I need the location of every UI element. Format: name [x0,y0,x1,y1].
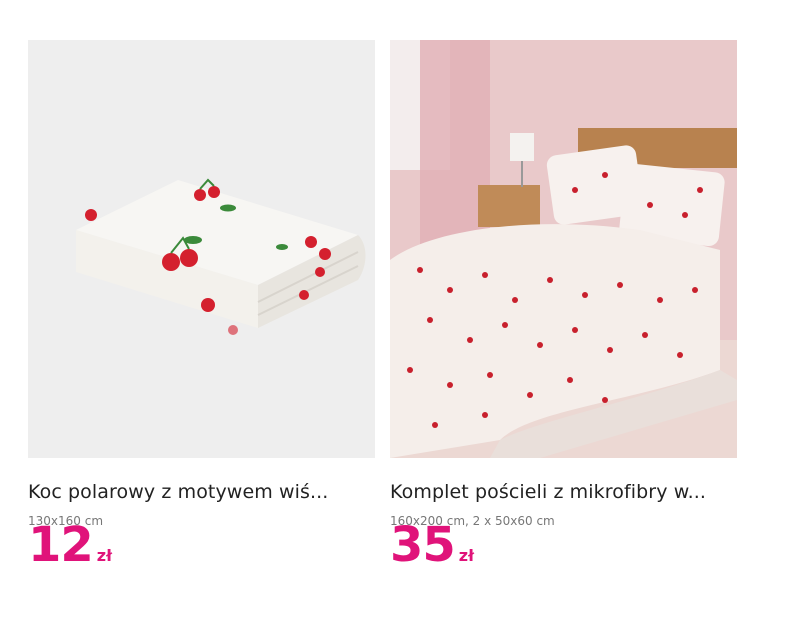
product-title[interactable]: Komplet pościeli z mikrofibry w... [390,480,737,504]
product-price-blanket: 12 zł [28,515,112,575]
price-currency: zł [458,546,475,565]
product-card-bedding[interactable]: Komplet pościeli z mikrofibry w... 160x2… [390,40,737,529]
bedding-image [390,40,737,458]
price-value: 35 [390,517,456,573]
price-value: 12 [28,517,94,573]
product-image-bedding[interactable] [390,40,737,458]
product-image-blanket[interactable] [28,40,375,458]
blanket-image [76,178,366,335]
product-title[interactable]: Koc polarowy z motywem wiś... [28,480,375,504]
price-currency: zł [96,546,113,565]
product-card-blanket[interactable]: Koc polarowy z motywem wiś... 130x160 cm [28,40,375,529]
product-price-bedding: 35 zł [390,515,474,575]
